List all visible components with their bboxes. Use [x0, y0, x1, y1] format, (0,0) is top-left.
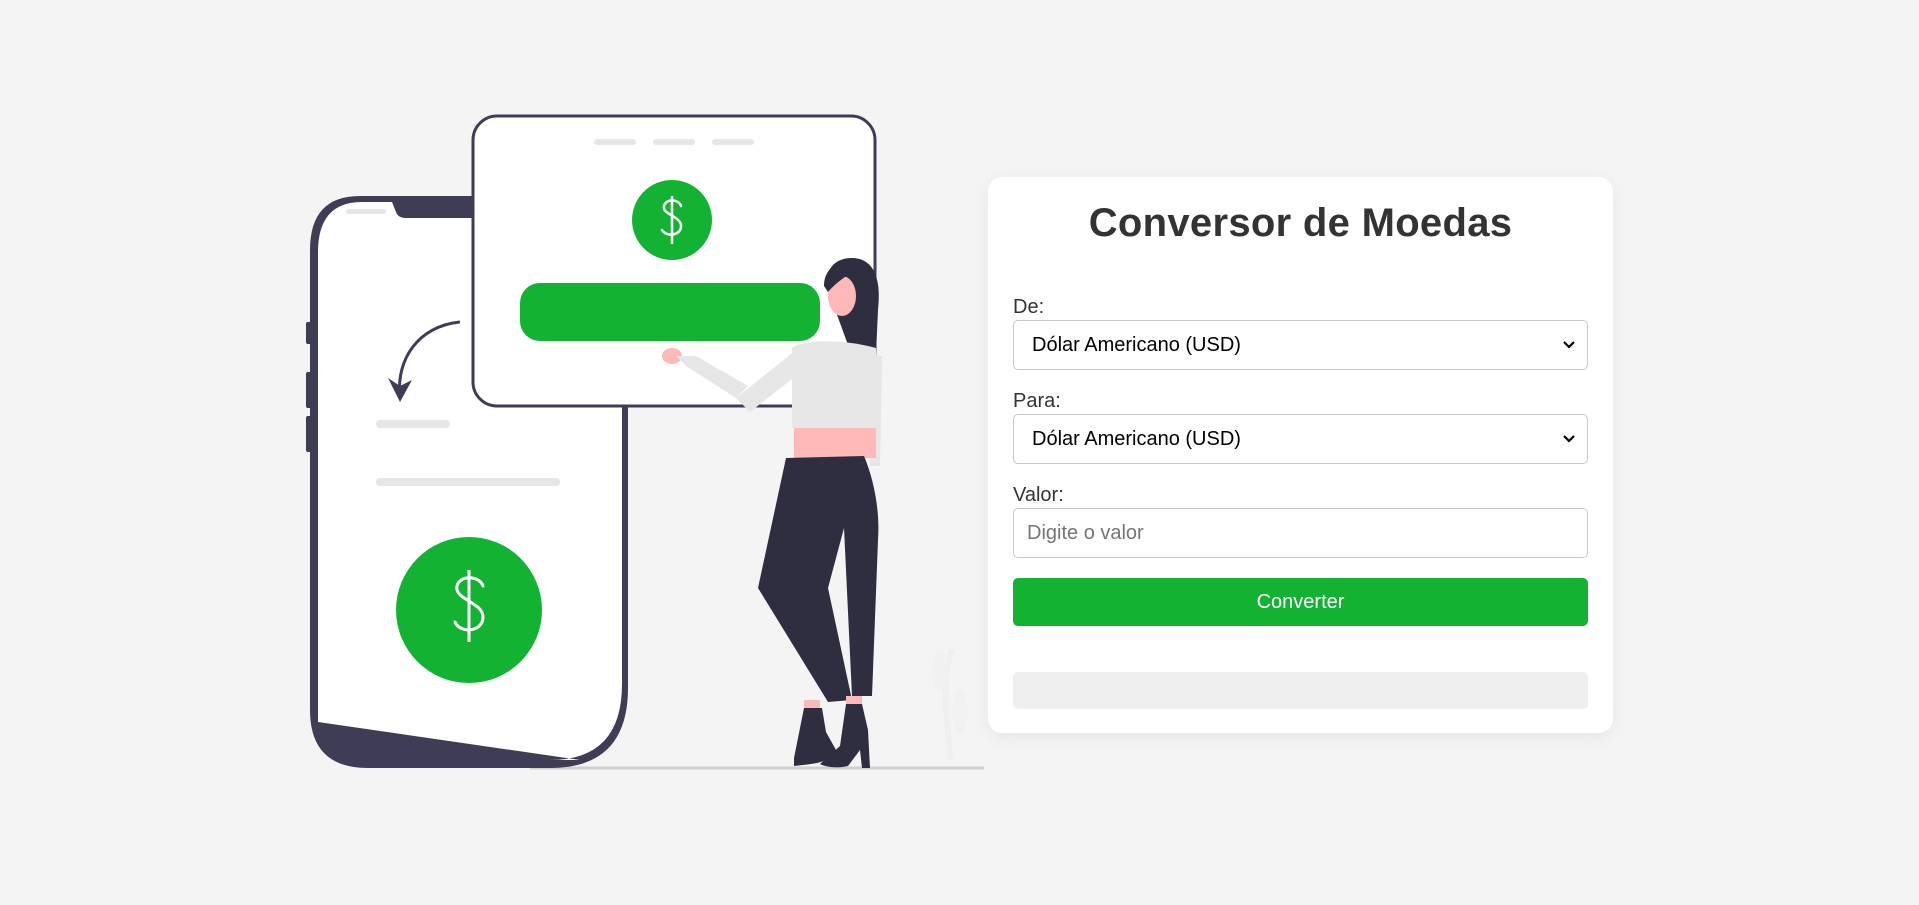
currency-exchange-illustration — [300, 110, 990, 780]
plant-icon — [932, 648, 968, 761]
to-currency-select-wrapper: Dólar Americano (USD) — [1013, 414, 1588, 464]
amount-input[interactable] — [1013, 508, 1588, 558]
from-currency-select[interactable]: Dólar Americano (USD) — [1013, 320, 1588, 370]
dollar-coin-icon — [632, 180, 712, 260]
page: Conversor de Moedas De: Dólar Americano … — [0, 0, 1919, 905]
to-currency-select[interactable]: Dólar Americano (USD) — [1013, 414, 1588, 464]
result-display — [1013, 672, 1588, 709]
page-title: Conversor de Moedas — [1088, 201, 1513, 245]
from-currency-select-wrapper: Dólar Americano (USD) — [1013, 320, 1588, 370]
convert-button[interactable]: Converter — [1013, 578, 1588, 626]
amount-label: Valor: — [1013, 484, 1064, 506]
from-currency-label: De: — [1013, 296, 1045, 318]
to-currency-label: Para: — [1013, 390, 1061, 412]
converter-card: Conversor de Moedas De: Dólar Americano … — [988, 177, 1613, 733]
dollar-coin-icon — [396, 537, 542, 683]
